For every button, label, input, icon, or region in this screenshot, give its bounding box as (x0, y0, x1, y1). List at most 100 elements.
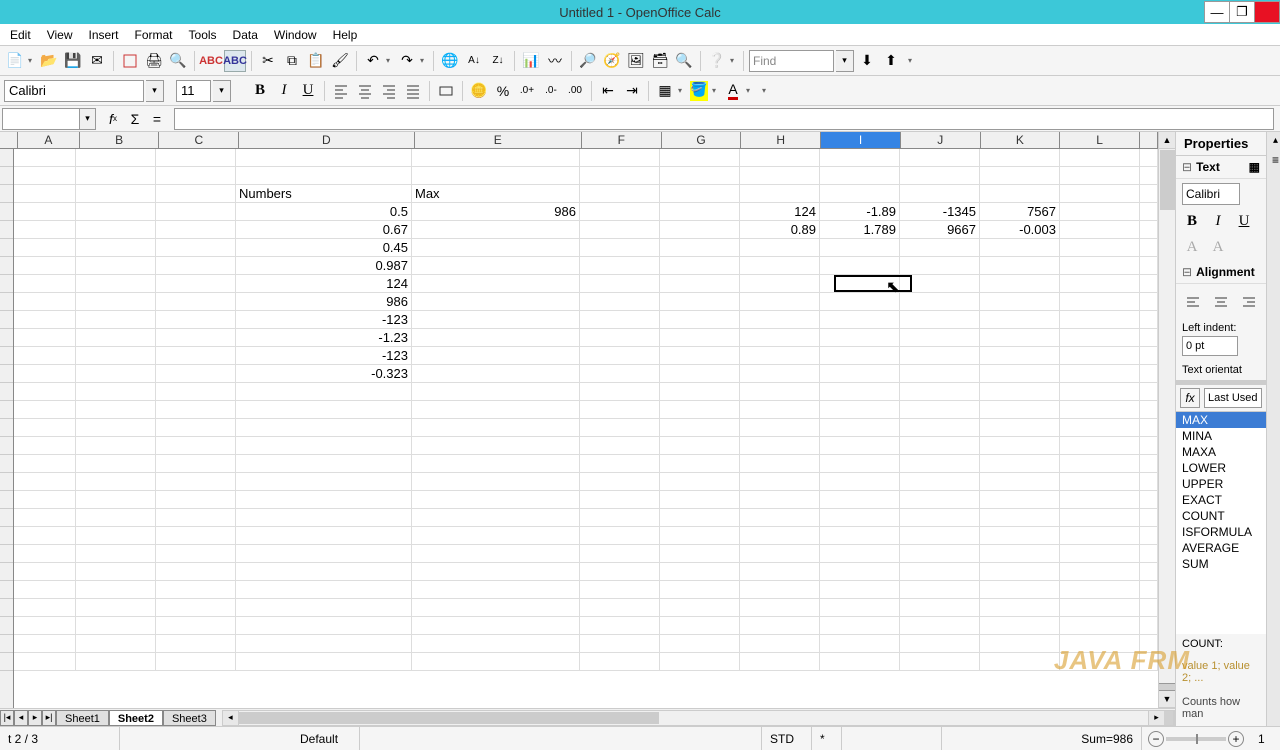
sort-asc-button[interactable]: A↓ (463, 50, 485, 72)
minimize-button[interactable]: — (1204, 1, 1230, 23)
increase-indent-button[interactable]: ⇥ (621, 80, 643, 102)
sidebar-font-effect2[interactable]: A (1208, 237, 1228, 257)
zoom-out-button[interactable]: − (1148, 731, 1164, 747)
fx-item-exact[interactable]: EXACT (1176, 492, 1266, 508)
bgcolor-button[interactable]: 🪣 (688, 80, 710, 102)
fx-list[interactable]: MAXMINAMAXALOWERUPPEREXACTCOUNTISFORMULA… (1176, 412, 1266, 634)
merge-button[interactable] (435, 80, 457, 102)
underline-button[interactable]: U (297, 80, 319, 102)
col-header-F[interactable]: F (582, 132, 662, 148)
vscroll-thumb[interactable] (1160, 150, 1175, 210)
chart-button[interactable]: 📊 (520, 50, 542, 72)
email-button[interactable]: ✉ (86, 50, 108, 72)
add-decimal-button[interactable]: .0+ (516, 80, 538, 102)
font-size-input[interactable]: 11 (176, 80, 211, 102)
sheet-tab-3[interactable]: Sheet3 (163, 710, 216, 726)
italic-button[interactable]: I (273, 80, 295, 102)
hsplit-handle[interactable] (1164, 711, 1174, 725)
col-header-D[interactable]: D (239, 132, 414, 148)
zoom-value[interactable]: 1 (1250, 727, 1280, 750)
new-dropdown[interactable]: ▾ (28, 56, 36, 65)
percent-button[interactable]: % (492, 80, 514, 102)
formula-input[interactable] (174, 108, 1274, 130)
vsplit-handle[interactable] (1159, 683, 1175, 691)
sidebar-font-input[interactable]: Calibri (1182, 183, 1240, 205)
new-button[interactable]: 📄 (4, 50, 26, 72)
menu-tools[interactable]: Tools (181, 26, 225, 44)
col-header-B[interactable]: B (80, 132, 160, 148)
font-name-dropdown[interactable]: ▾ (146, 80, 164, 102)
sidebar-align-right[interactable] (1238, 292, 1260, 314)
text-panel-header[interactable]: Text▦ (1176, 156, 1266, 179)
undo-button[interactable]: ↶ (362, 50, 384, 72)
copy-button[interactable]: ⧉ (281, 50, 303, 72)
hyperlink-button[interactable]: 🌐 (439, 50, 461, 72)
fx-item-max[interactable]: MAX (1176, 412, 1266, 428)
function-button[interactable]: = (146, 108, 168, 130)
cut-button[interactable]: ✂ (257, 50, 279, 72)
redo-button[interactable]: ↷ (396, 50, 418, 72)
rail-close[interactable]: ▴ (1267, 132, 1280, 149)
borders-button[interactable]: ▦ (654, 80, 676, 102)
standard-format-button[interactable]: .00 (564, 80, 586, 102)
name-box-dropdown[interactable]: ▾ (80, 108, 96, 130)
status-sum[interactable]: Sum=986 (942, 727, 1142, 750)
left-indent-input[interactable]: 0 pt (1182, 336, 1238, 356)
zoom-in-button[interactable]: + (1228, 731, 1244, 747)
column-headers[interactable]: ABCDEFGHIJKL (0, 132, 1158, 149)
col-header-A[interactable]: A (18, 132, 80, 148)
sheet-tab-2[interactable]: Sheet2 (109, 710, 163, 726)
sheet-tab-1[interactable]: Sheet1 (56, 710, 109, 726)
navigator-button[interactable]: 🧭 (601, 50, 623, 72)
col-header-K[interactable]: K (981, 132, 1061, 148)
cells-area[interactable]: ⬉ NumbersMax0.5986124-1.89-134575670.670… (14, 149, 1158, 708)
help-button[interactable]: ❔ (706, 50, 728, 72)
fx-icon[interactable]: fx (1180, 388, 1200, 408)
find-prev-button[interactable]: ⬆ (880, 50, 902, 72)
status-sheet[interactable]: t 2 / 3 (0, 727, 120, 750)
align-right-button[interactable] (378, 80, 400, 102)
hscroll-thumb[interactable] (239, 712, 659, 724)
menu-view[interactable]: View (39, 26, 81, 44)
gallery-button[interactable]: 🖼 (625, 50, 647, 72)
function-wizard-button[interactable]: fx (102, 108, 124, 130)
show-draw-button[interactable]: 〰 (544, 50, 566, 72)
name-box[interactable] (2, 108, 80, 130)
sidebar-align-center[interactable] (1210, 292, 1232, 314)
col-header-J[interactable]: J (901, 132, 981, 148)
vertical-scrollbar[interactable]: ▲ ▼ (1158, 132, 1175, 708)
spellcheck-button[interactable]: ABC (200, 50, 222, 72)
print-button[interactable]: 🖨 (143, 50, 165, 72)
scroll-down-button[interactable]: ▼ (1159, 691, 1175, 708)
horizontal-scrollbar[interactable]: ◂ ▸ (222, 710, 1175, 726)
menu-edit[interactable]: Edit (2, 26, 39, 44)
hscroll-left-button[interactable]: ◂ (223, 711, 239, 725)
fontcolor-button[interactable]: A (722, 80, 744, 102)
fx-category-dropdown[interactable]: Last Used (1204, 388, 1262, 408)
align-justify-button[interactable] (402, 80, 424, 102)
tab-prev-button[interactable]: ◂ (14, 710, 28, 726)
menu-insert[interactable]: Insert (80, 26, 126, 44)
col-header-G[interactable]: G (662, 132, 742, 148)
col-header-L[interactable]: L (1060, 132, 1140, 148)
zoom-button[interactable]: 🔍 (673, 50, 695, 72)
menu-data[interactable]: Data (225, 26, 266, 44)
align-left-button[interactable] (330, 80, 352, 102)
fx-item-lower[interactable]: LOWER (1176, 460, 1266, 476)
zoom-slider[interactable] (1166, 737, 1226, 741)
alignment-panel-header[interactable]: Alignment (1176, 261, 1266, 284)
col-header-C[interactable]: C (159, 132, 239, 148)
fx-item-count[interactable]: COUNT (1176, 508, 1266, 524)
font-size-dropdown[interactable]: ▾ (213, 80, 231, 102)
status-mode[interactable]: STD (762, 727, 812, 750)
currency-button[interactable]: 🪙 (468, 80, 490, 102)
fx-item-maxa[interactable]: MAXA (1176, 444, 1266, 460)
format-paintbrush-button[interactable]: 🖌 (329, 50, 351, 72)
open-button[interactable]: 📂 (38, 50, 60, 72)
col-header-H[interactable]: H (741, 132, 821, 148)
scroll-up-button[interactable]: ▲ (1159, 132, 1175, 149)
panel-menu-icon[interactable]: ▦ (1249, 160, 1260, 174)
find-dropdown[interactable]: ▾ (836, 50, 854, 72)
font-name-input[interactable]: Calibri (4, 80, 144, 102)
fx-item-mina[interactable]: MINA (1176, 428, 1266, 444)
